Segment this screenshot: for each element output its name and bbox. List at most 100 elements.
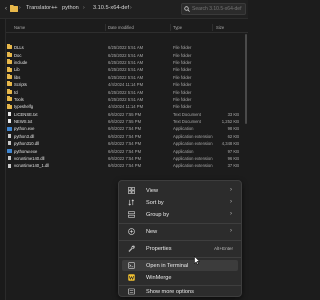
- file-date-modified: 6/6/2022 7:55 PM: [108, 111, 142, 117]
- file-date-modified: 6/6/2022 7:55 PM: [108, 119, 142, 125]
- file-type: File folder: [173, 82, 192, 88]
- file-date-modified: 6/6/2022 7:54 PM: [108, 156, 142, 162]
- vertical-scrollbar[interactable]: [245, 34, 247, 294]
- text-document-icon: [7, 119, 12, 124]
- application-icon: [7, 148, 12, 153]
- breadcrumb-item[interactable]: python: [62, 5, 79, 11]
- file-name: vcruntime140_1.dll: [14, 163, 50, 169]
- file-name: python3.dll: [14, 133, 35, 139]
- file-row[interactable]: Doc 6/25/2022 5:51 AM File folder: [6, 51, 242, 58]
- mouse-cursor-icon: [194, 256, 200, 265]
- file-name: libs: [14, 74, 21, 80]
- file-type: Text Document: [173, 111, 201, 117]
- menu-item-label: WinMerge: [146, 274, 172, 281]
- file-type: File folder: [173, 52, 192, 58]
- file-date-modified: 6/25/2022 5:51 AM: [108, 89, 144, 95]
- file-row[interactable]: include 6/25/2022 5:51 AM File folder: [6, 59, 242, 66]
- menu-separator: [119, 257, 241, 258]
- file-type: File folder: [173, 67, 192, 73]
- file-size: 62 KB: [227, 133, 239, 139]
- menu-item-group-by[interactable]: Group by ›: [122, 209, 238, 220]
- file-row[interactable]: Tools 6/25/2022 5:51 AM File folder: [6, 96, 242, 103]
- text-document-icon: [7, 111, 12, 116]
- column-header-type[interactable]: Type: [173, 25, 182, 30]
- menu-item-sort-by[interactable]: Sort by ›: [122, 197, 238, 208]
- file-date-modified: 6/6/2022 7:54 PM: [108, 163, 142, 169]
- search-input[interactable]: [192, 4, 246, 14]
- file-date-modified: 6/6/2022 7:54 PM: [108, 141, 142, 147]
- menu-item-show-more-options[interactable]: Show more options: [122, 286, 238, 297]
- back-arrow-icon[interactable]: ‹: [2, 4, 10, 14]
- menu-item-new[interactable]: New ›: [122, 226, 238, 237]
- terminal-icon: [128, 262, 135, 269]
- file-row[interactable]: python3.dll 6/6/2022 7:54 PM Application e…: [6, 133, 242, 140]
- file-name: tcl: [14, 89, 19, 95]
- menu-item-label: New: [146, 228, 158, 235]
- application-icon: [7, 126, 12, 131]
- menu-item-label: Show more options: [146, 288, 194, 295]
- menu-item-open-in-terminal[interactable]: Open in Terminal: [122, 260, 238, 271]
- folder-icon: [7, 73, 12, 79]
- chevron-right-icon: ›: [53, 5, 55, 11]
- chevron-right-icon: ›: [230, 227, 232, 234]
- menu-item-label: Open in Terminal: [146, 262, 189, 269]
- file-row[interactable]: NEWS.txt 6/6/2022 7:55 PM Text Document 1,2…: [6, 118, 242, 125]
- menu-item-view[interactable]: View ›: [122, 185, 238, 196]
- chevron-right-icon: ›: [130, 5, 132, 11]
- file-name: Tools: [14, 96, 24, 102]
- file-date-modified: 6/25/2022 5:51 AM: [108, 59, 144, 65]
- file-list[interactable]: DLLs 6/25/2022 5:51 AM File folder Doc 6/25/…: [6, 44, 242, 170]
- breadcrumb-item[interactable]: 3.10.5-x64-def: [93, 5, 129, 11]
- file-row[interactable]: LICENSE.txt 6/6/2022 7:55 PM Text Document…: [6, 111, 242, 118]
- context-menu: View › Sort by › Group by › New › Proper…: [118, 180, 242, 297]
- file-type: File folder: [173, 96, 192, 102]
- file-size: 96 KB: [227, 156, 239, 162]
- file-size: 97 KB: [227, 148, 239, 154]
- column-header-size[interactable]: Size: [216, 25, 224, 30]
- file-row[interactable]: vcruntime140_1.dll 6/6/2022 7:54 PM Applic…: [6, 162, 242, 169]
- menu-separator: [119, 240, 241, 241]
- file-row[interactable]: Lib 6/25/2022 5:51 AM File folder: [6, 66, 242, 73]
- folder-icon: [7, 103, 12, 109]
- winmerge-icon: [128, 274, 135, 281]
- menu-item-properties[interactable]: Properties Alt+Enter: [122, 243, 238, 254]
- folder-icon: [7, 88, 12, 94]
- file-type: Application extension: [173, 141, 213, 147]
- file-size: 4,348 KB: [221, 141, 239, 147]
- file-name: LICENSE.txt: [14, 111, 38, 117]
- menu-item-label: View: [146, 187, 159, 194]
- file-row[interactable]: Scripts 4/4/2024 11:14 PM File folder: [6, 81, 242, 88]
- dll-icon: [7, 163, 12, 168]
- menu-item-winmerge[interactable]: WinMerge: [122, 272, 238, 283]
- file-row[interactable]: DLLs 6/25/2022 5:51 AM File folder: [6, 44, 242, 51]
- menu-item-label: Properties: [146, 245, 172, 252]
- file-date-modified: 6/25/2022 5:51 AM: [108, 74, 144, 80]
- properties-wrench-icon: [128, 245, 135, 252]
- column-header-date[interactable]: Date modified: [108, 25, 134, 30]
- menu-separator: [119, 223, 241, 224]
- column-header-name[interactable]: Name: [14, 25, 25, 30]
- folder-icon: [7, 81, 12, 87]
- view-grid-icon: [128, 187, 135, 194]
- file-name: include: [14, 59, 28, 65]
- file-type: File folder: [173, 59, 192, 65]
- chevron-right-icon: ›: [19, 5, 21, 11]
- file-row[interactable]: tcl 6/25/2022 5:51 AM File folder: [6, 88, 242, 95]
- file-name: python310.dll: [14, 141, 39, 147]
- file-row[interactable]: pythonw.exe 6/6/2022 7:54 PM Application 97…: [6, 147, 242, 154]
- file-row[interactable]: typeshelfg 4/4/2024 11:14 PM File folder: [6, 103, 242, 110]
- menu-item-label: Group by: [146, 211, 170, 218]
- file-date-modified: 6/25/2022 5:51 AM: [108, 52, 144, 58]
- file-row[interactable]: python.exe 6/6/2022 7:54 PM Application 98 …: [6, 125, 242, 132]
- file-name: Lib: [14, 67, 20, 73]
- search-box[interactable]: [181, 3, 246, 15]
- folder-icon: [7, 59, 12, 65]
- file-row[interactable]: libs 6/25/2022 5:51 AM File folder: [6, 73, 242, 81]
- file-size: 33 KB: [227, 111, 239, 117]
- file-type: File folder: [173, 104, 192, 110]
- file-row[interactable]: python310.dll 6/6/2022 7:54 PM Application…: [6, 140, 242, 147]
- file-size: 1,252 KB: [221, 119, 239, 125]
- address-bar: ‹ › Translator++ › python › 3.10.5-x64-d…: [0, 0, 248, 19]
- file-row[interactable]: vcruntime140.dll 6/6/2022 7:54 PM Applicat…: [6, 155, 242, 162]
- file-date-modified: 6/25/2022 5:51 AM: [108, 67, 144, 73]
